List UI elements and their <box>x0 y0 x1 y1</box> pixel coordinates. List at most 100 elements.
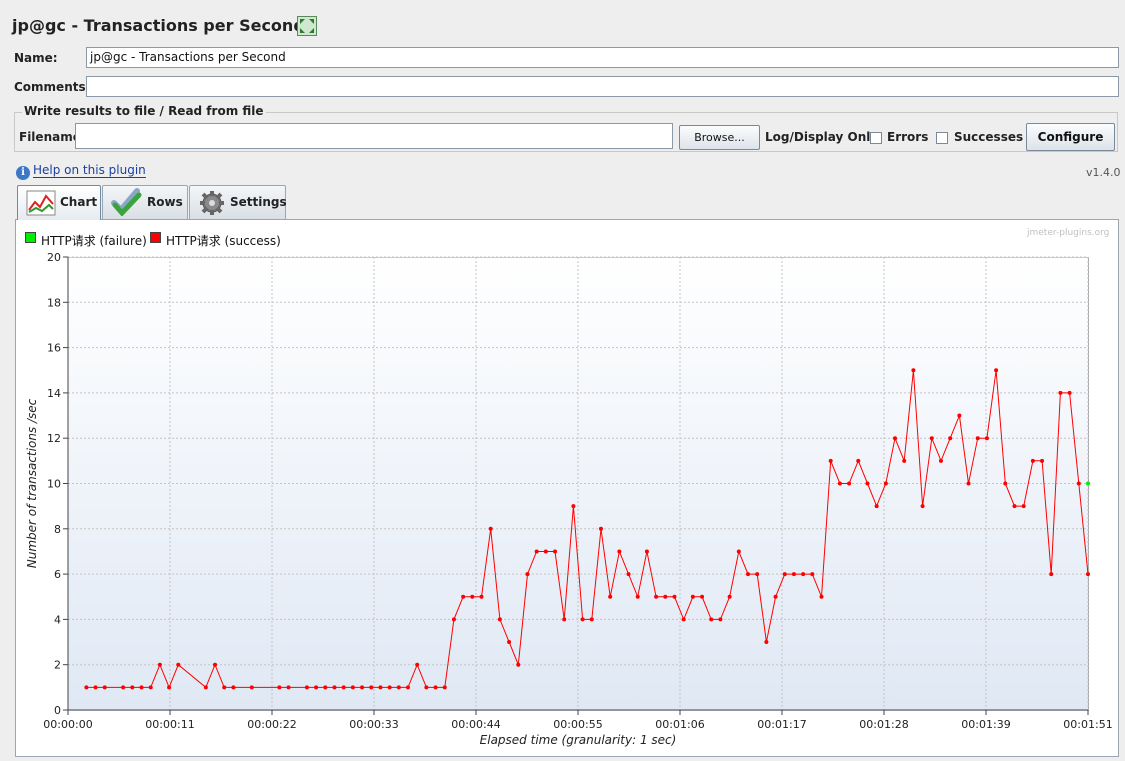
data-point <box>782 572 787 577</box>
data-point <box>176 662 181 667</box>
data-point <box>984 436 989 441</box>
data-point <box>966 481 971 486</box>
y-tick-label: 2 <box>54 659 61 672</box>
data-point <box>396 685 401 690</box>
data-point <box>277 685 282 690</box>
data-point <box>635 594 640 599</box>
data-point <box>893 436 898 441</box>
data-point <box>654 594 659 599</box>
data-point <box>497 617 502 622</box>
data-point <box>681 617 686 622</box>
data-point <box>810 572 815 577</box>
data-point <box>1030 458 1035 463</box>
data-point <box>314 685 319 690</box>
data-point <box>249 685 254 690</box>
data-point <box>644 549 649 554</box>
data-point <box>874 504 879 509</box>
y-axis-label: Number of transactions /sec <box>25 398 39 568</box>
data-point <box>203 685 208 690</box>
data-point <box>975 436 980 441</box>
data-point <box>1086 572 1090 577</box>
x-tick-label: 00:00:22 <box>247 718 296 731</box>
data-point <box>865 481 870 486</box>
data-point <box>415 662 420 667</box>
data-point <box>433 685 438 690</box>
data-point <box>709 617 714 622</box>
data-point <box>856 458 861 463</box>
data-point <box>847 481 852 486</box>
data-point <box>746 572 750 577</box>
data-point <box>148 685 153 690</box>
data-point <box>479 594 484 599</box>
data-point <box>571 504 576 509</box>
data-point <box>929 436 934 441</box>
data-point <box>663 594 668 599</box>
data-point <box>323 685 328 690</box>
x-tick-label: 00:01:06 <box>655 718 704 731</box>
data-point <box>1076 481 1081 486</box>
data-point <box>837 481 842 486</box>
x-tick-label: 00:00:11 <box>145 718 194 731</box>
data-point <box>1058 390 1063 395</box>
data-point <box>304 685 309 690</box>
y-tick-label: 0 <box>54 704 61 717</box>
x-tick-label: 00:00:55 <box>553 718 602 731</box>
x-tick-label: 00:00:00 <box>43 718 92 731</box>
data-point <box>764 640 769 645</box>
y-tick-label: 6 <box>54 568 61 581</box>
data-point <box>543 549 548 554</box>
data-point <box>222 685 227 690</box>
data-point <box>791 572 796 577</box>
data-point <box>920 504 925 509</box>
data-point <box>902 458 907 463</box>
x-tick-label: 00:01:17 <box>757 718 806 731</box>
data-point <box>994 368 999 373</box>
data-point <box>451 617 456 622</box>
data-point <box>626 572 631 577</box>
x-tick-label: 00:00:44 <box>451 718 500 731</box>
x-tick-label: 00:01:51 <box>1063 718 1112 731</box>
y-tick-label: 18 <box>47 296 61 309</box>
data-point <box>562 617 567 622</box>
x-tick-label: 00:01:28 <box>859 718 908 731</box>
data-point <box>93 685 98 690</box>
data-point <box>1021 504 1026 509</box>
data-point <box>1040 458 1045 463</box>
data-point <box>286 685 291 690</box>
y-tick-label: 12 <box>47 432 61 445</box>
data-point <box>350 685 355 690</box>
data-point <box>516 662 521 667</box>
data-point <box>553 549 558 554</box>
data-point <box>406 685 410 690</box>
data-point <box>617 549 622 554</box>
data-point <box>1086 481 1090 486</box>
data-point <box>157 662 162 667</box>
data-point <box>378 685 383 690</box>
y-tick-label: 20 <box>47 251 61 264</box>
data-point <box>121 685 126 690</box>
data-point <box>369 685 374 690</box>
data-point <box>387 685 392 690</box>
data-point <box>911 368 916 373</box>
y-tick-label: 16 <box>47 342 61 355</box>
data-point <box>589 617 594 622</box>
chart-icon <box>26 190 56 219</box>
data-point <box>948 436 953 441</box>
data-point <box>608 594 613 599</box>
data-point <box>442 685 447 690</box>
data-point <box>139 685 144 690</box>
data-point <box>167 685 172 690</box>
data-point <box>672 594 677 599</box>
tab-chart-label: Chart <box>60 195 98 209</box>
y-tick-label: 8 <box>54 523 61 536</box>
data-point <box>1067 390 1072 395</box>
data-point <box>690 594 695 599</box>
data-point <box>360 685 365 690</box>
tab-chart[interactable]: Chart <box>17 185 101 220</box>
data-point <box>819 594 824 599</box>
data-point <box>598 526 603 531</box>
x-tick-label: 00:00:33 <box>349 718 398 731</box>
data-point <box>461 594 466 599</box>
data-point <box>883 481 888 486</box>
x-tick-label: 00:01:39 <box>961 718 1010 731</box>
